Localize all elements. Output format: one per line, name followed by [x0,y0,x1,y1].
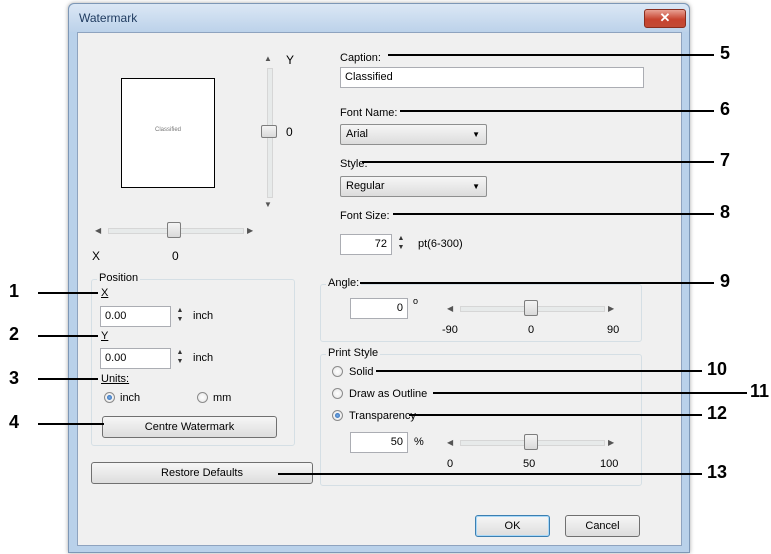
font-name-value: Arial [346,128,369,140]
transparency-slider-mid: 50 [523,458,536,470]
cancel-button[interactable]: Cancel [565,515,640,537]
callout-line-4 [38,423,104,425]
callout-line-8 [393,213,714,215]
callout-number-2: 2 [9,324,20,344]
units-mm-label[interactable]: mm [213,392,231,404]
solid-radio[interactable] [332,366,343,377]
x-slider-left-arrow[interactable]: ◀ [95,226,101,235]
callout-number-12: 12 [707,403,728,423]
x-slider-thumb[interactable] [167,222,181,238]
y-slider-up-arrow[interactable]: ▲ [264,54,272,63]
style-select[interactable]: Regular ▼ [340,176,487,197]
callout-number-3: 3 [9,368,20,388]
units-inch-radio[interactable] [104,392,115,403]
callout-line-3 [38,378,98,380]
close-icon: ✕ [659,10,671,25]
callout-line-5 [388,54,714,56]
preview-page-text: Classified [154,127,181,133]
caption-input[interactable]: Classified [340,67,644,88]
callout-number-7: 7 [720,150,731,170]
y-slider-thumb[interactable] [261,125,277,138]
outline-label[interactable]: Draw as Outline [349,388,427,400]
font-size-range: pt(6-300) [418,238,463,250]
style-value: Regular [346,180,385,192]
callout-number-13: 13 [707,462,728,482]
transparency-input[interactable]: 50 [350,432,408,453]
font-size-input[interactable]: 72 [340,234,392,255]
transparency-radio[interactable] [332,410,343,421]
callout-line-2 [38,335,98,337]
font-name-select[interactable]: Arial ▼ [340,124,487,145]
title-bar: Watermark ✕ [69,4,689,32]
units-label: Units: [101,373,130,385]
transparency-percent: % [414,436,424,448]
angle-slider-thumb[interactable] [524,300,538,316]
callout-number-4: 4 [9,412,20,432]
style-label: Style: [340,158,368,170]
y-axis-value: 0 [286,125,293,139]
angle-slider-mid: 0 [528,324,535,336]
position-x-label: X [101,287,109,299]
angle-slider-left-arrow[interactable]: ◀ [447,304,453,313]
font-size-label: Font Size: [340,210,390,222]
callout-number-11: 11 [750,381,770,401]
transparency-slider-min: 0 [447,458,454,470]
callout-line-7 [362,161,714,163]
print-style-label: Print Style [326,347,381,359]
callout-number-8: 8 [720,202,731,222]
x-slider-right-arrow[interactable]: ▶ [247,226,253,235]
callout-number-6: 6 [720,99,731,119]
position-group-label: Position [97,272,141,284]
transparency-slider-thumb[interactable] [524,434,538,450]
dialog-title: Watermark [79,11,138,25]
position-y-label: Y [101,330,109,342]
chevron-down-icon: ▼ [472,130,480,139]
solid-label[interactable]: Solid [349,366,373,378]
angle-degree-symbol: o [413,296,419,306]
position-y-spinner[interactable]: ▲ ▼ [175,348,185,369]
transparency-slider-right-arrow[interactable]: ▶ [608,438,614,447]
angle-label: Angle: [326,277,362,289]
outline-radio[interactable] [332,388,343,399]
position-x-unit: inch [193,310,214,322]
position-y-input[interactable]: 0.00 [100,348,171,369]
font-size-spinner[interactable]: ▲ ▼ [396,234,406,255]
callout-line-13 [278,473,702,475]
units-inch-label[interactable]: inch [120,392,140,404]
ok-button[interactable]: OK [475,515,550,537]
y-slider-down-arrow[interactable]: ▼ [264,200,272,209]
position-x-spinner[interactable]: ▲ ▼ [175,306,185,327]
callout-number-10: 10 [707,359,728,379]
callout-line-6 [400,110,714,112]
y-axis-label: Y [286,53,295,67]
x-axis-value: 0 [172,249,179,263]
position-x-input[interactable]: 0.00 [100,306,171,327]
callout-number-5: 5 [720,43,731,63]
callout-line-9 [360,282,714,284]
x-axis-label: X [92,249,101,263]
callout-number-9: 9 [720,271,731,291]
caption-label: Caption: [340,52,381,64]
preview-page: Classified [121,78,215,188]
angle-slider-max: 90 [607,324,620,336]
transparency-slider-max: 100 [600,458,619,470]
angle-slider-right-arrow[interactable]: ▶ [608,304,614,313]
callout-line-10 [376,370,702,372]
close-button[interactable]: ✕ [644,9,686,28]
angle-input[interactable]: 0 [350,298,408,319]
chevron-down-icon: ▼ [472,182,480,191]
font-name-label: Font Name: [340,107,398,119]
centre-watermark-button[interactable]: Centre Watermark [102,416,277,438]
units-mm-radio[interactable] [197,392,208,403]
angle-slider-min: -90 [442,324,458,336]
transparency-slider-left-arrow[interactable]: ◀ [447,438,453,447]
position-y-unit: inch [193,352,214,364]
callout-line-1 [38,292,98,294]
transparency-label[interactable]: Transparency [349,410,416,422]
callout-line-11 [433,392,747,394]
callout-number-1: 1 [9,281,20,301]
callout-line-12 [409,414,702,416]
